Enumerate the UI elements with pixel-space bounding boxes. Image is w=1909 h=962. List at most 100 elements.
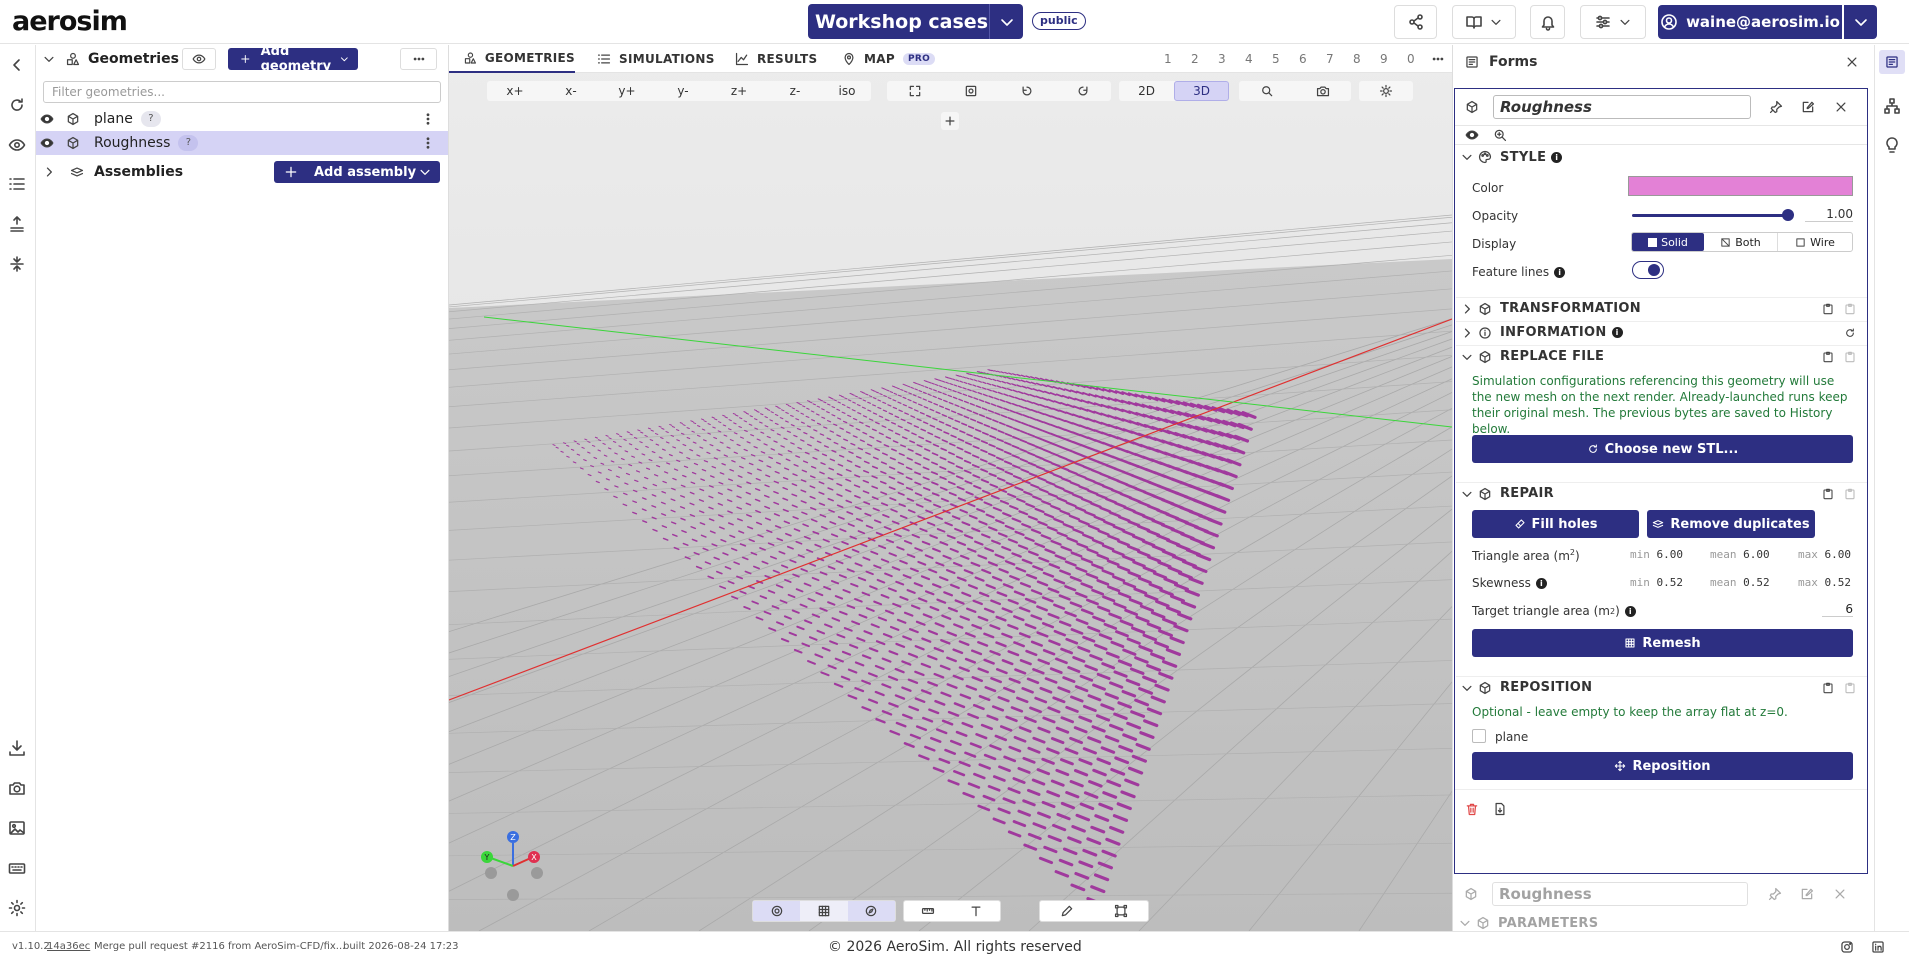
plane-checkbox[interactable] [1472, 729, 1486, 743]
display-solid-button[interactable]: Solid [1632, 233, 1704, 251]
notifications-button[interactable] [1530, 5, 1565, 39]
preset-6[interactable]: 6 [1299, 52, 1307, 66]
paste-icon[interactable] [1844, 302, 1856, 316]
paste-icon[interactable] [1844, 487, 1856, 501]
remesh-button[interactable]: Remesh [1472, 629, 1853, 657]
add-assembly-button[interactable]: Add assembly [274, 161, 440, 183]
docs-menu-button[interactable] [1452, 5, 1516, 39]
clipboard-icon[interactable] [1822, 487, 1834, 501]
close-icon[interactable] [1845, 55, 1859, 69]
preset-7[interactable]: 7 [1326, 52, 1334, 66]
pin-icon[interactable] [1769, 100, 1783, 114]
reposition-section-header[interactable]: REPOSITION [1456, 676, 1867, 698]
geometry-row-roughness[interactable]: Roughness ? [36, 131, 448, 155]
view-y-plus-button[interactable]: y+ [599, 81, 655, 101]
screenshot-button[interactable] [1295, 81, 1351, 101]
preset-2[interactable]: 2 [1191, 52, 1199, 66]
display-wire-button[interactable]: Wire [1778, 233, 1852, 251]
pin-icon[interactable] [1768, 887, 1782, 901]
opacity-value[interactable]: 1.00 [1805, 207, 1853, 222]
pencil-tool-button[interactable] [1040, 901, 1094, 921]
paste-icon[interactable] [1844, 350, 1856, 364]
preset-4[interactable]: 4 [1245, 52, 1253, 66]
toggle-visibility-button[interactable] [182, 48, 216, 70]
info-icon[interactable]: i [1611, 327, 1623, 338]
help-badge[interactable]: ? [140, 111, 161, 127]
fit-view-button[interactable] [887, 81, 943, 101]
list-icon[interactable] [8, 175, 26, 193]
reposition-button[interactable]: Reposition [1472, 752, 1853, 780]
eye-icon[interactable] [1465, 128, 1479, 142]
compress-vertical-icon[interactable] [8, 255, 26, 273]
camera-icon[interactable] [8, 779, 26, 797]
refresh-icon[interactable] [1844, 326, 1856, 340]
user-menu-chevron[interactable] [1844, 5, 1877, 39]
zoom-in-icon[interactable] [1493, 128, 1507, 142]
fill-holes-button[interactable]: Fill holes [1472, 510, 1639, 538]
instagram-icon[interactable] [1840, 940, 1854, 954]
kebab-menu-icon[interactable] [421, 112, 435, 126]
preset-1[interactable]: 1 [1164, 52, 1172, 66]
style-section-header[interactable]: STYLE i [1456, 146, 1867, 168]
edit-icon[interactable] [1800, 887, 1814, 901]
select-mode-button[interactable] [753, 901, 801, 921]
target-triangle-area-input[interactable]: 6 [1822, 602, 1853, 617]
repair-section-header[interactable]: REPAIR [1456, 482, 1867, 504]
user-account-button[interactable]: waine@aerosim.io [1658, 5, 1842, 39]
tab-geometries[interactable]: GEOMETRIES [449, 45, 575, 73]
refresh-icon[interactable] [8, 96, 26, 114]
tab-results[interactable]: RESULTS [735, 45, 817, 73]
view-x-plus-button[interactable]: x+ [487, 81, 543, 101]
file-export-icon[interactable] [1493, 802, 1507, 816]
commit-link[interactable]: 14a36ec [47, 941, 90, 952]
chevron-right-icon[interactable] [42, 165, 56, 179]
parameters-section-header[interactable]: PARAMETERS [1454, 912, 1867, 931]
settings-menu-button[interactable] [1580, 5, 1646, 39]
3d-viewport[interactable]: Z Y X GEOMETRIES SIMULATIONS RESULTS MAP… [449, 45, 1452, 931]
color-swatch[interactable] [1628, 176, 1853, 196]
geometry-name-input[interactable]: Roughness [1493, 95, 1751, 119]
close-icon[interactable] [1834, 100, 1848, 114]
add-view-button[interactable] [941, 112, 959, 130]
forms-panel-toggle[interactable] [1879, 50, 1905, 74]
opacity-slider-thumb[interactable] [1782, 209, 1794, 221]
tab-simulations[interactable]: SIMULATIONS [597, 45, 715, 73]
add-geometry-button[interactable]: Add geometry [228, 44, 358, 74]
lightbulb-icon[interactable] [1883, 136, 1901, 154]
transformation-section-header[interactable]: TRANSFORMATION [1456, 297, 1867, 319]
more-horizontal-icon[interactable] [1431, 52, 1445, 66]
keyboard-icon[interactable] [8, 859, 26, 877]
share-button[interactable] [1394, 5, 1437, 39]
replace-file-section-header[interactable]: REPLACE FILE [1456, 345, 1867, 367]
remove-duplicates-button[interactable]: Remove duplicates [1647, 510, 1815, 538]
eye-icon[interactable] [8, 136, 26, 154]
view-y-minus-button[interactable]: y- [655, 81, 711, 101]
measure-button[interactable] [904, 901, 952, 921]
assemblies-row[interactable]: Assemblies Add assembly [36, 160, 448, 184]
download-icon[interactable] [8, 739, 26, 757]
text-tool-button[interactable] [952, 901, 1000, 921]
geometry-row-plane[interactable]: plane ? [36, 107, 448, 131]
information-section-header[interactable]: INFORMATION i [1456, 321, 1867, 343]
preset-9[interactable]: 9 [1380, 52, 1388, 66]
info-icon[interactable]: i [1554, 266, 1566, 278]
info-icon[interactable]: i [1535, 577, 1547, 589]
more-options-button[interactable] [400, 48, 437, 70]
mode-2d-button[interactable]: 2D [1119, 81, 1174, 101]
compass-toggle-button[interactable] [847, 901, 895, 921]
view-x-minus-button[interactable]: x- [543, 81, 599, 101]
chevron-down-icon[interactable] [42, 52, 56, 66]
collapse-left-icon[interactable] [8, 56, 26, 74]
lighting-button[interactable] [1359, 81, 1413, 101]
linkedin-icon[interactable] [1871, 940, 1885, 954]
clipboard-icon[interactable] [1822, 350, 1834, 364]
feature-lines-toggle[interactable] [1632, 261, 1664, 279]
trash-icon[interactable] [1465, 802, 1479, 816]
preset-8[interactable]: 8 [1353, 52, 1361, 66]
rotate-right-button[interactable] [1055, 81, 1111, 101]
search-button[interactable] [1239, 81, 1295, 101]
eye-icon[interactable] [40, 136, 54, 150]
choose-new-stl-button[interactable]: Choose new STL... [1472, 435, 1853, 463]
preset-0[interactable]: 0 [1407, 52, 1415, 66]
zoom-selection-button[interactable] [943, 81, 999, 101]
